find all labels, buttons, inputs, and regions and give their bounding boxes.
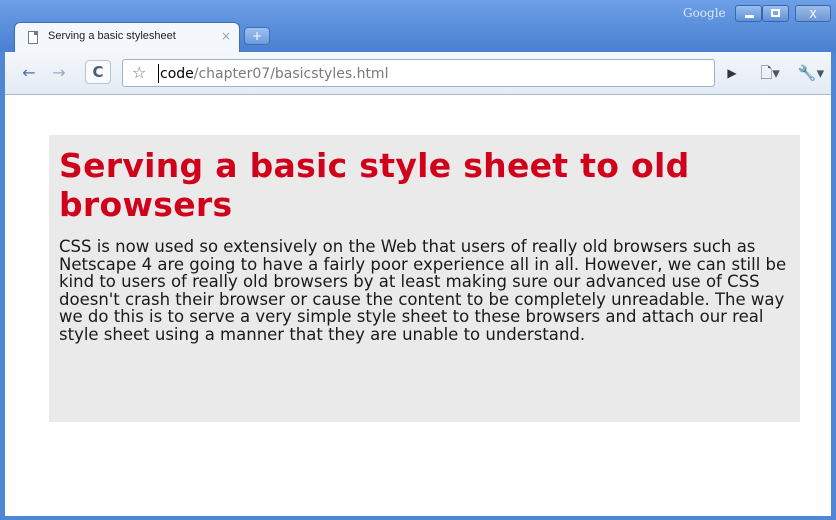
url-text[interactable]: code/chapter07/basicstyles.html	[160, 65, 388, 83]
back-button[interactable]: ←	[17, 61, 41, 85]
url-path: /chapter07/basicstyles.html	[193, 66, 389, 82]
reload-button[interactable]: C	[85, 60, 111, 84]
page-menu-button[interactable]: 🗋▾	[755, 61, 785, 85]
browser-window: Google X Serving a basic stylesheet × + …	[0, 0, 836, 520]
minimize-button[interactable]	[735, 5, 762, 22]
address-bar[interactable]: ☆ code/chapter07/basicstyles.html	[122, 59, 715, 87]
page-paragraph: CSS is now used so extensively on the We…	[59, 237, 787, 344]
tab-close-icon[interactable]: ×	[221, 29, 231, 43]
maximize-button[interactable]	[762, 5, 789, 22]
tab-active[interactable]: Serving a basic stylesheet ×	[14, 22, 240, 52]
brand-logo: Google	[683, 6, 726, 20]
toolbar: ← → C ☆ code/chapter07/basicstyles.html …	[5, 52, 831, 95]
go-icon[interactable]: ▶	[720, 61, 744, 85]
url-host: code	[160, 66, 194, 82]
text-caret	[158, 64, 159, 83]
maximize-icon	[771, 9, 780, 17]
tab-title: Serving a basic stylesheet	[48, 30, 176, 42]
page-heading: Serving a basic style sheet to old brows…	[59, 146, 690, 224]
page-viewport: Serving a basic style sheet to old brows…	[5, 95, 831, 516]
bookmark-star-icon[interactable]: ☆	[132, 64, 146, 82]
page-favicon-icon	[28, 31, 38, 44]
close-window-button[interactable]: X	[795, 5, 831, 22]
new-tab-button[interactable]: +	[244, 27, 270, 45]
content-panel: Serving a basic style sheet to old brows…	[49, 135, 800, 422]
title-bar: Google X Serving a basic stylesheet × +	[0, 0, 836, 52]
forward-button[interactable]: →	[47, 61, 71, 85]
minimize-icon	[745, 15, 754, 18]
wrench-menu-button[interactable]: 🔧▾	[795, 61, 827, 85]
